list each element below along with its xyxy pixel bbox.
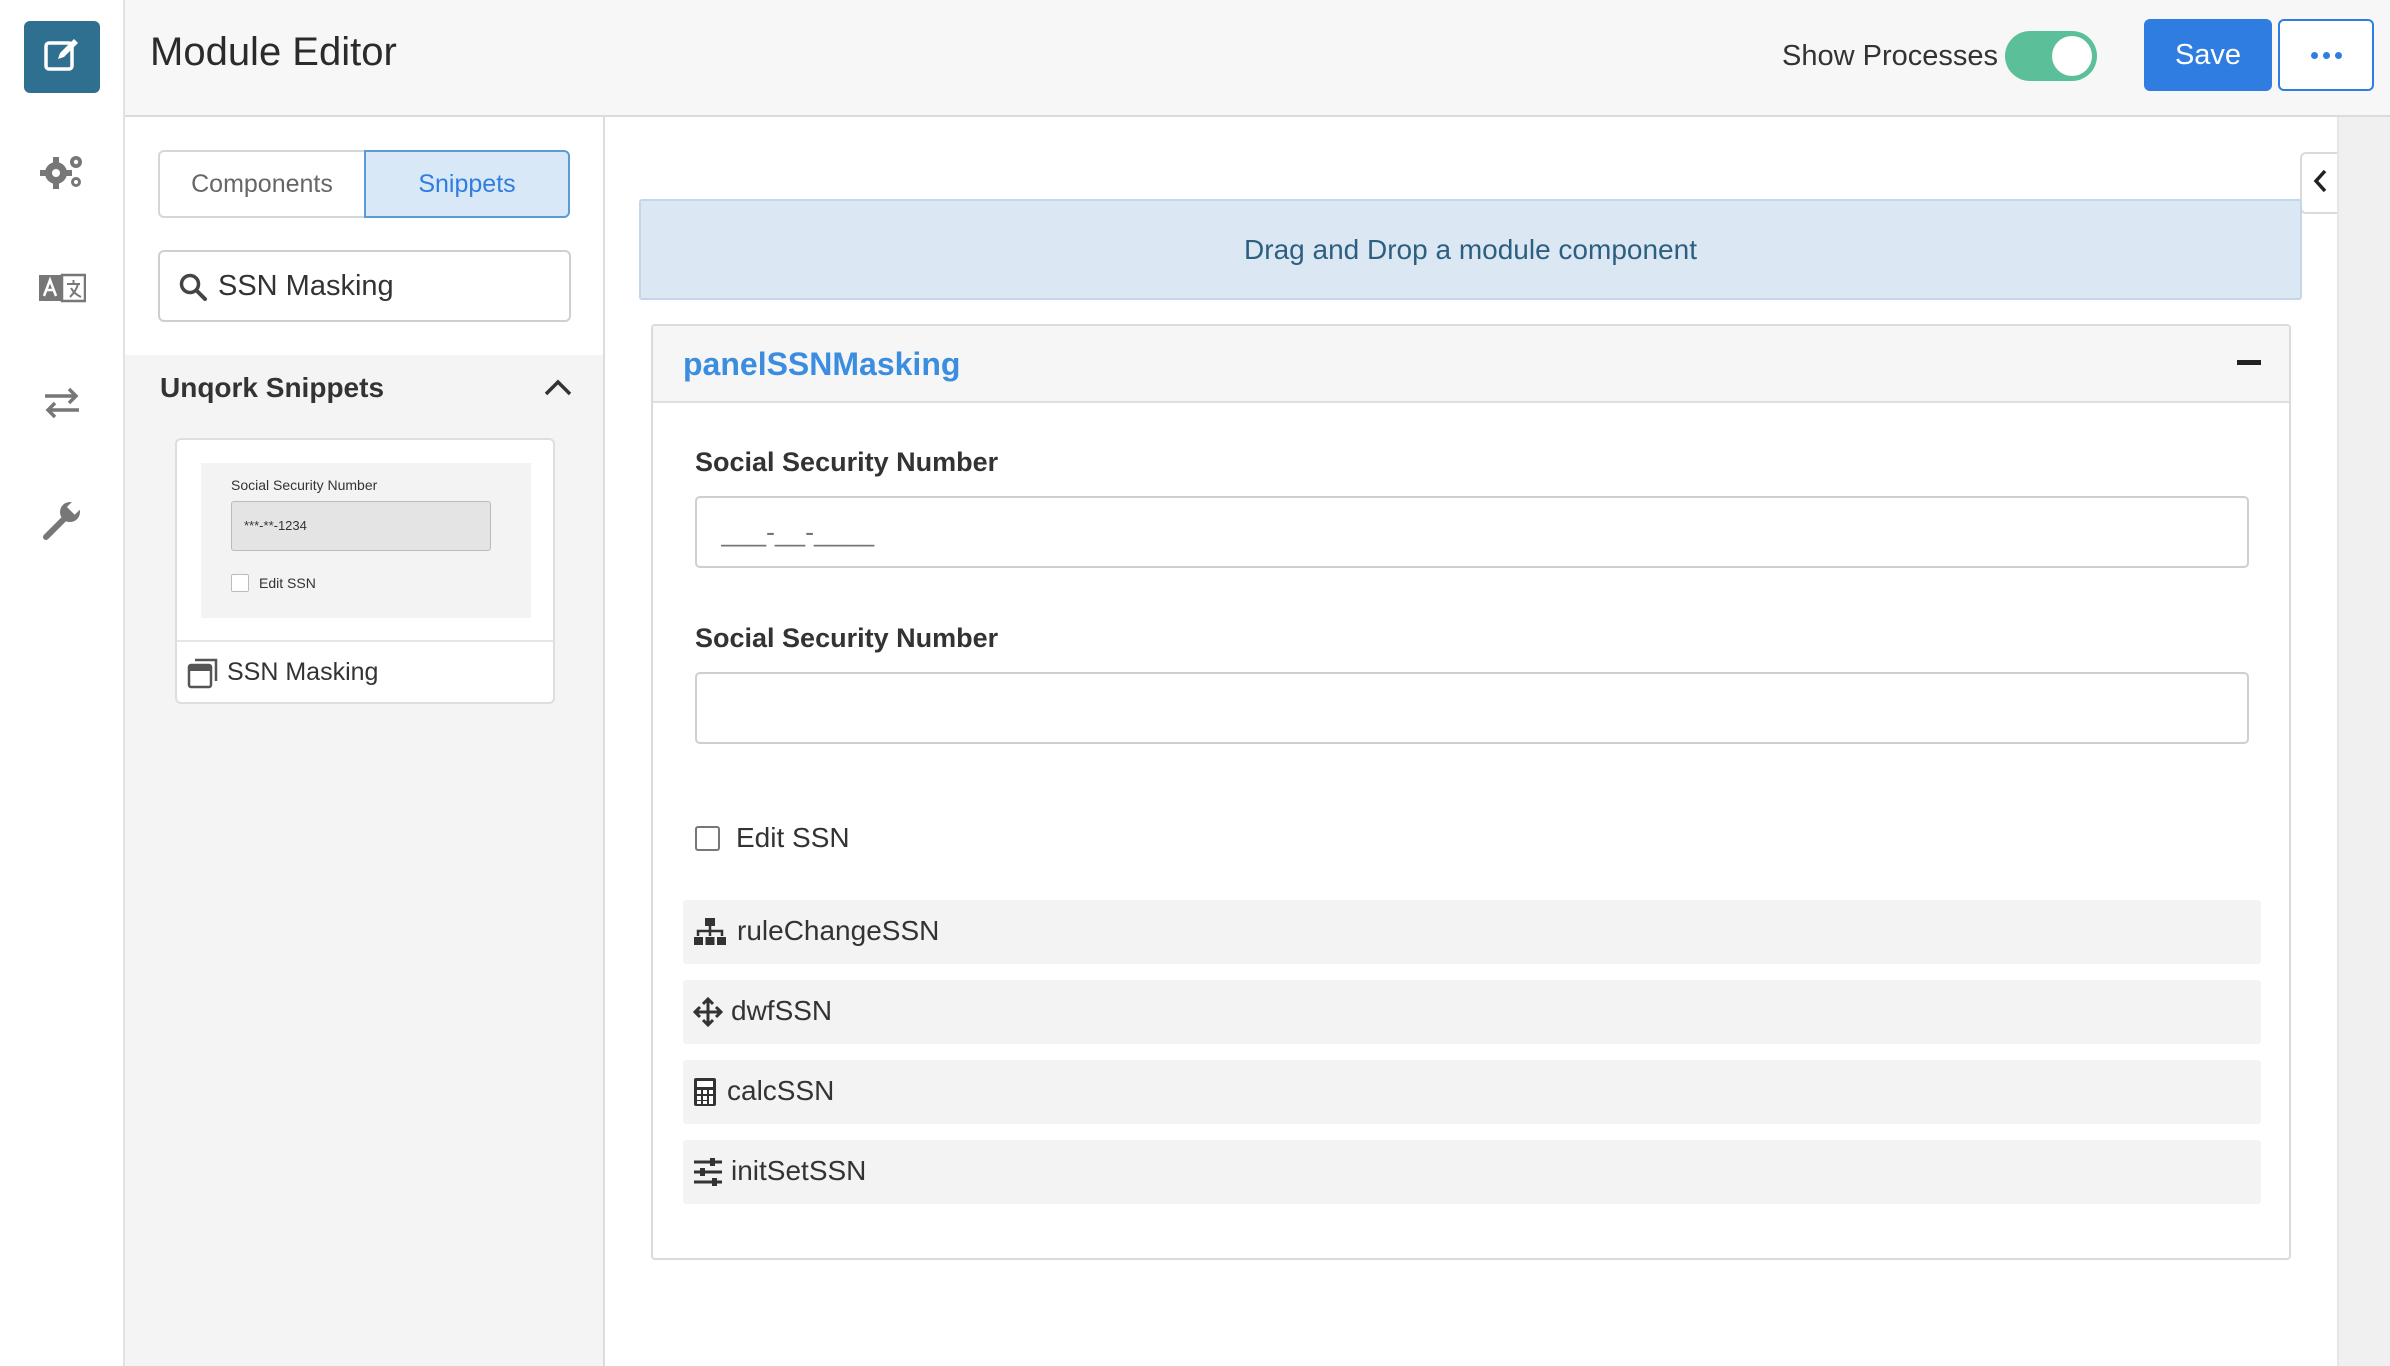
preview-checkbox — [231, 574, 249, 592]
move-arrows-icon — [692, 996, 724, 1032]
toggle-knob — [2052, 36, 2092, 76]
section-title: Unqork Snippets — [160, 372, 385, 403]
ssn-input-plain[interactable] — [695, 672, 2249, 744]
ssn-field-label-2: Social Security Number — [695, 623, 999, 653]
search-icon — [178, 272, 208, 307]
chevron-up-icon[interactable] — [543, 377, 573, 402]
tools-rail-button[interactable] — [24, 492, 100, 552]
save-button[interactable]: Save — [2144, 19, 2272, 91]
edit-ssn-label: Edit SSN — [736, 822, 850, 853]
editor-header: Module Editor Show Processes Save — [125, 0, 2390, 117]
more-options-button[interactable] — [2278, 19, 2374, 91]
snippet-footer: SSN Masking — [177, 640, 553, 702]
wrench-icon — [42, 498, 83, 546]
window-icon — [187, 657, 219, 694]
sliders-icon — [693, 1157, 723, 1192]
ssn-input-plain-field[interactable] — [697, 674, 2247, 742]
component-dropzone[interactable]: Drag and Drop a module component — [639, 199, 2302, 300]
snippet-search-input[interactable] — [218, 262, 558, 310]
show-processes-label: Show Processes — [1782, 40, 1998, 72]
calculator-icon — [693, 1077, 717, 1112]
panel-component[interactable]: panelSSNMasking Social Security Number S… — [651, 324, 2291, 1260]
snippet-search-box[interactable] — [158, 250, 571, 322]
transfer-arrows-icon — [42, 386, 82, 425]
process-label: calcSSN — [727, 1075, 835, 1106]
process-row-calc[interactable]: calcSSN — [683, 1060, 2261, 1124]
ssn-field-label-1: Social Security Number — [695, 447, 999, 477]
page-title: Module Editor — [150, 30, 397, 74]
process-label: initSetSSN — [731, 1155, 867, 1186]
icon-rail — [0, 0, 125, 1366]
preview-field-label: Social Security Number — [231, 477, 378, 493]
sitemap-icon — [693, 917, 727, 952]
edit-icon — [42, 35, 82, 80]
data-transfer-rail-button[interactable] — [24, 375, 100, 435]
settings-gears-icon — [38, 151, 86, 196]
translations-rail-button[interactable] — [24, 260, 100, 320]
process-row-rule[interactable]: ruleChangeSSN — [683, 900, 2261, 964]
component-sidebar: Components Snippets Unqork Snippets Soci… — [125, 117, 605, 1366]
snippet-name: SSN Masking — [227, 658, 379, 686]
process-label: dwfSSN — [731, 995, 833, 1026]
show-processes-toggle[interactable] — [2005, 31, 2097, 81]
chevron-left-icon — [2312, 168, 2328, 199]
edit-ssn-checkbox[interactable] — [695, 826, 720, 851]
ssn-input-masked[interactable] — [695, 496, 2249, 568]
snippet-preview: Social Security Number ***-**-1234 Edit … — [201, 463, 531, 618]
preview-field-input: ***-**-1234 — [231, 501, 491, 551]
collapse-drawer-button[interactable] — [2300, 152, 2337, 214]
minimize-icon[interactable] — [2237, 360, 2261, 365]
translate-icon — [38, 273, 87, 308]
panel-title[interactable]: panelSSNMasking — [683, 346, 960, 383]
tab-snippets[interactable]: Snippets — [364, 150, 570, 218]
ellipsis-icon — [2310, 51, 2342, 59]
snippet-card-ssn-masking[interactable]: Social Security Number ***-**-1234 Edit … — [175, 438, 555, 704]
sidebar-top: Components Snippets — [125, 117, 603, 355]
panel-header: panelSSNMasking — [653, 326, 2289, 403]
preview-field-value: ***-**-1234 — [244, 518, 307, 533]
process-label: ruleChangeSSN — [737, 915, 940, 946]
preview-checkbox-label: Edit SSN — [259, 575, 316, 591]
settings-rail-button[interactable] — [24, 143, 100, 203]
right-drawer-edge — [2337, 117, 2390, 1366]
module-editor-rail-button[interactable] — [24, 21, 100, 93]
ssn-input-masked-field[interactable] — [697, 498, 2247, 566]
process-row-dwf[interactable]: dwfSSN — [683, 980, 2261, 1044]
process-row-init[interactable]: initSetSSN — [683, 1140, 2261, 1204]
tab-components[interactable]: Components — [158, 150, 364, 218]
